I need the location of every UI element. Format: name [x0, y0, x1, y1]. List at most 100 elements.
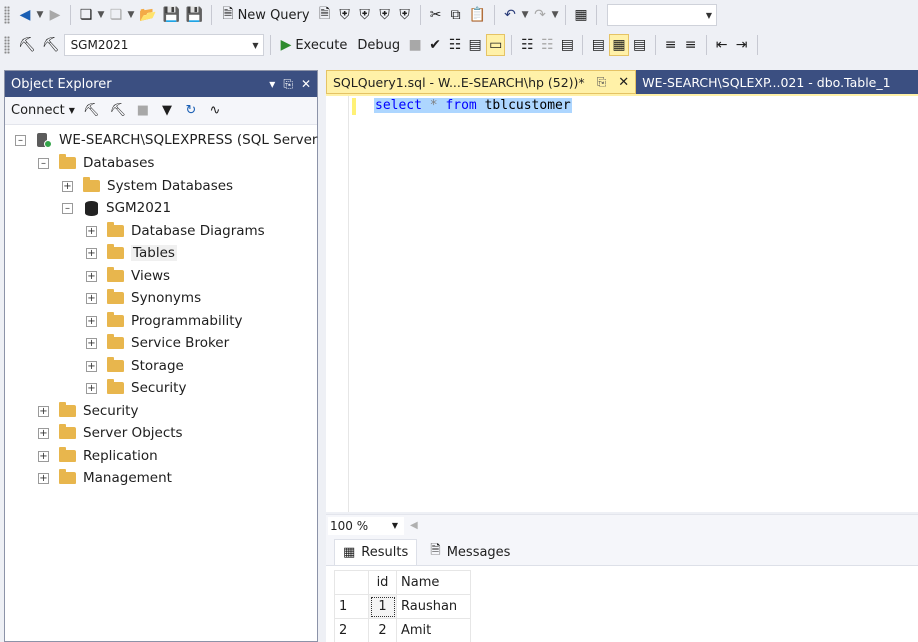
undo-icon[interactable]: ↶ — [501, 4, 519, 26]
expand-icon[interactable]: + — [38, 472, 49, 484]
expand-icon[interactable]: + — [62, 180, 73, 192]
cell-id[interactable]: 2 — [368, 618, 397, 642]
query-editor[interactable]: select * from tblcustomer — [326, 94, 918, 512]
toolbar-grip[interactable] — [4, 6, 10, 24]
dax-query-icon[interactable]: ⛨ — [396, 4, 414, 26]
collapse-icon[interactable]: – — [38, 157, 49, 169]
expand-icon[interactable]: + — [86, 360, 97, 372]
tree-node-synonyms[interactable]: + Synonyms — [86, 287, 201, 309]
undo-dropdown-icon[interactable]: ▼ — [521, 4, 529, 26]
tree-node-database-diagrams[interactable]: + Database Diagrams — [86, 220, 265, 242]
cell-name[interactable]: Amit — [396, 618, 471, 642]
open-folder-icon[interactable]: 📂 — [137, 4, 158, 26]
expand-icon[interactable]: + — [86, 315, 97, 327]
expand-icon[interactable]: + — [86, 225, 97, 237]
client-statistics-icon[interactable]: ▤ — [558, 34, 576, 56]
tree-node-db-security[interactable]: + Security — [86, 377, 186, 399]
expand-icon[interactable]: + — [38, 450, 49, 462]
tree-node-programmability[interactable]: + Programmability — [86, 310, 243, 332]
include-actual-plan-icon[interactable]: ☷ — [518, 34, 536, 56]
estimated-plan-icon[interactable]: ☷ — [446, 34, 464, 56]
table-row[interactable]: 2 2 Amit — [334, 618, 471, 642]
save-icon[interactable]: 💾 — [160, 4, 181, 26]
results-to-text-icon[interactable]: ▤ — [589, 34, 607, 56]
collapse-icon[interactable]: – — [62, 202, 73, 214]
database-engine-query-icon[interactable]: 🗎 — [316, 4, 334, 26]
tree-node-server-objects[interactable]: + Server Objects — [38, 422, 183, 444]
connect-plug-icon[interactable]: ⛏ — [81, 100, 102, 122]
tree-node-management[interactable]: + Management — [38, 467, 172, 489]
results-to-grid-icon[interactable]: ▦ — [609, 34, 629, 56]
new-project-dropdown-icon[interactable]: ▼ — [97, 4, 105, 26]
add-item-dropdown-icon[interactable]: ▼ — [127, 4, 135, 26]
tree-node-security[interactable]: + Security — [38, 400, 138, 422]
row-number[interactable]: 2 — [334, 618, 369, 642]
cut-icon[interactable]: ✂ — [427, 4, 445, 26]
filter-icon[interactable]: ▼ — [158, 100, 176, 122]
tree-node-databases[interactable]: – Databases — [38, 152, 154, 174]
zoom-combo[interactable]: 100 % ▼ — [328, 516, 404, 535]
decrease-indent-icon[interactable]: ⇤ — [713, 34, 731, 56]
copy-icon[interactable]: ⧉ — [447, 4, 465, 26]
code-line-selected[interactable]: select * from tblcustomer — [374, 98, 572, 113]
activity-monitor-icon[interactable]: ▦ — [572, 4, 590, 26]
add-item-icon[interactable]: ❏ — [107, 4, 125, 26]
query-designer-icon[interactable]: ▤ — [466, 34, 484, 56]
window-position-dropdown-icon[interactable]: ▾ — [269, 77, 275, 92]
available-databases-combo[interactable]: SGM2021 ▼ — [63, 34, 264, 56]
tree-node-sgm2021[interactable]: – SGM2021 — [62, 197, 171, 219]
disconnect-icon[interactable]: ⛏ — [107, 100, 128, 122]
cell-id[interactable]: 1 — [368, 594, 397, 619]
solution-config-combo[interactable]: ▼ — [607, 4, 718, 26]
back-icon[interactable]: ◀ — [16, 4, 34, 26]
redo-icon[interactable]: ↷ — [531, 4, 549, 26]
tree-node-service-broker[interactable]: + Service Broker — [86, 332, 229, 354]
comment-icon[interactable]: ≡ — [662, 34, 680, 56]
results-grid[interactable]: id Name 1 1 Raushan 2 2 Amit — [334, 570, 471, 642]
change-connection-icon[interactable]: ⛏ — [40, 34, 62, 56]
tab-table-designer[interactable]: WE-SEARCH\SQLEXP...021 - dbo.Table_1 — [636, 70, 918, 94]
tree-node-server[interactable]: – WE-SEARCH\SQLEXPRESS (SQL Server — [15, 129, 317, 151]
dmx-query-icon[interactable]: ⛨ — [356, 4, 374, 26]
tab-results[interactable]: ▦ Results — [334, 539, 418, 565]
forward-icon[interactable]: ▶ — [46, 4, 64, 26]
debug-button[interactable]: Debug — [353, 34, 404, 56]
intellisense-icon[interactable]: ▭ — [486, 34, 506, 56]
new-project-icon[interactable]: ❏ — [77, 4, 95, 26]
results-to-file-icon[interactable]: ▤ — [631, 34, 649, 56]
expand-icon[interactable]: + — [38, 427, 49, 439]
cancel-query-icon[interactable]: ■ — [406, 34, 424, 56]
expand-icon[interactable]: + — [86, 247, 97, 259]
tree-node-replication[interactable]: + Replication — [38, 445, 158, 467]
increase-indent-icon[interactable]: ⇥ — [733, 34, 751, 56]
parse-checkmark-icon[interactable]: ✔ — [426, 34, 444, 56]
pin-icon[interactable]: ⎘ — [283, 77, 293, 92]
execute-button[interactable]: ▶ Execute — [277, 34, 352, 56]
live-statistics-icon[interactable]: ☷ — [538, 34, 556, 56]
xmla-query-icon[interactable]: ⛨ — [376, 4, 394, 26]
tree-node-tables[interactable]: + Tables — [86, 242, 177, 264]
tree-node-storage[interactable]: + Storage — [86, 355, 184, 377]
tree-node-system-databases[interactable]: + System Databases — [62, 175, 233, 197]
uncomment-icon[interactable]: ≡ — [682, 34, 700, 56]
activity-monitor-icon[interactable]: ∿ — [206, 100, 224, 122]
row-number[interactable]: 1 — [334, 594, 369, 619]
expand-icon[interactable]: + — [86, 382, 97, 394]
cell-name[interactable]: Raushan — [396, 594, 471, 619]
connect-button[interactable]: Connect ▼ — [11, 100, 75, 122]
tab-messages[interactable]: 🗎 Messages — [421, 539, 519, 565]
table-row[interactable]: 1 1 Raushan — [334, 594, 471, 619]
expand-icon[interactable]: + — [86, 292, 97, 304]
grid-corner[interactable] — [334, 570, 369, 595]
toolbar-grip[interactable] — [4, 36, 10, 54]
scroll-left-icon[interactable]: ◀ — [410, 520, 418, 531]
new-query-button[interactable]: 🗎 New Query — [218, 4, 313, 26]
tree-node-views[interactable]: + Views — [86, 265, 170, 287]
stop-icon[interactable]: ■ — [134, 100, 152, 122]
column-header-id[interactable]: id — [368, 570, 397, 595]
expand-icon[interactable]: + — [86, 337, 97, 349]
paste-icon[interactable]: 📋 — [467, 4, 488, 26]
redo-dropdown-icon[interactable]: ▼ — [551, 4, 559, 26]
close-icon[interactable]: ✕ — [618, 75, 629, 90]
expand-icon[interactable]: + — [38, 405, 49, 417]
